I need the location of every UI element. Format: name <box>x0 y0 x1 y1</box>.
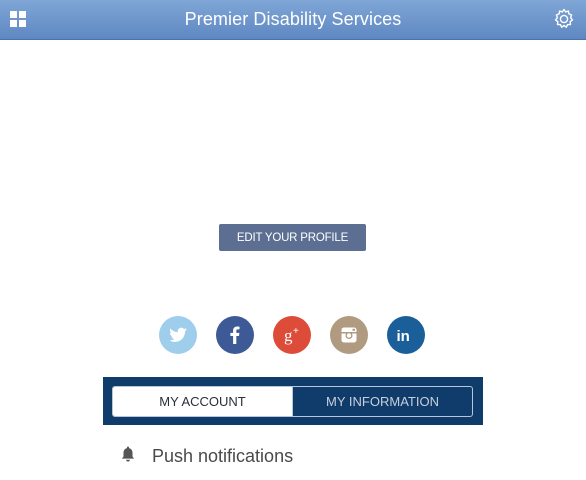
tab-my-account[interactable]: MY ACCOUNT <box>113 387 292 416</box>
twitter-icon[interactable] <box>159 316 197 354</box>
app-header: Premier Disability Services <box>0 0 586 40</box>
account-tabs: MY ACCOUNT MY INFORMATION <box>112 386 473 417</box>
push-notifications-label: Push notifications <box>152 445 294 466</box>
tab-my-information[interactable]: MY INFORMATION <box>292 387 472 416</box>
gear-icon[interactable] <box>552 7 576 31</box>
linkedin-icon[interactable]: in <box>387 316 425 354</box>
instagram-icon[interactable] <box>330 316 368 354</box>
page-title: Premier Disability Services <box>184 9 402 29</box>
google-plus-icon[interactable]: g + <box>273 316 311 354</box>
svg-text:in: in <box>397 328 410 345</box>
edit-profile-button[interactable]: EDIT YOUR PROFILE <box>219 224 366 251</box>
facebook-icon[interactable] <box>216 316 254 354</box>
svg-text:+: + <box>293 326 299 337</box>
push-notifications-item[interactable]: Push notifications <box>120 444 293 468</box>
account-tabs-bar: MY ACCOUNT MY INFORMATION <box>103 377 483 425</box>
bell-icon <box>120 445 136 468</box>
svg-text:g: g <box>284 326 293 345</box>
